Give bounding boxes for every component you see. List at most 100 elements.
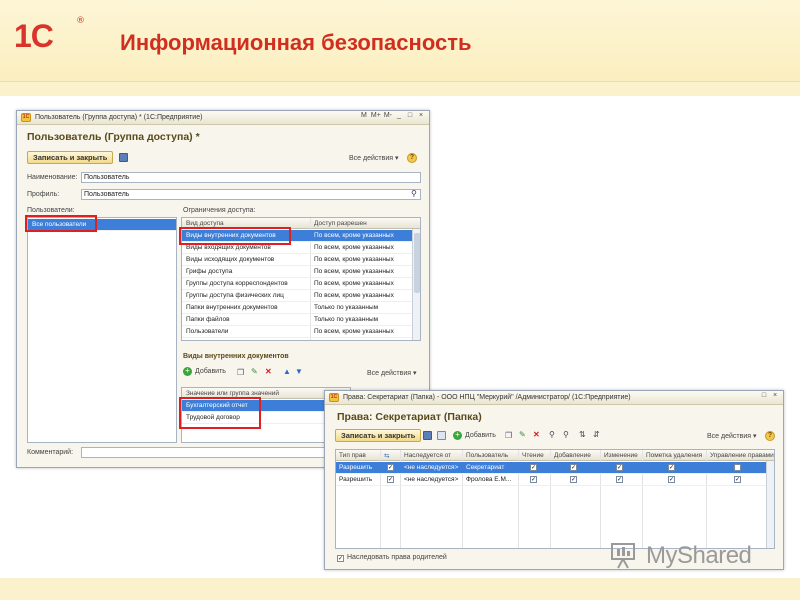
table-row[interactable]: Папки файлов Только по указанным: [182, 314, 420, 326]
inherit-icon[interactable]: ⇆: [384, 452, 389, 460]
edit-icon[interactable]: ✎: [251, 367, 258, 376]
form-title: Права: Секретариат (Папка): [337, 411, 482, 423]
minimize-button[interactable]: _: [395, 112, 403, 119]
column-header[interactable]: Вид доступа: [186, 220, 224, 227]
table-row[interactable]: Группы доступа физических лиц По всем, к…: [182, 290, 420, 302]
maximize-button[interactable]: □: [760, 392, 768, 399]
copy-icon[interactable]: ❐: [505, 431, 512, 440]
column-header[interactable]: Доступ разрешен: [314, 220, 367, 227]
comment-field[interactable]: [81, 447, 341, 458]
table-row[interactable]: Группы доступа корреспондентов По всем, …: [182, 278, 420, 290]
find-cancel-icon[interactable]: ⚲: [563, 430, 569, 439]
column-header[interactable]: Пользователь: [466, 452, 508, 459]
read-checkbox[interactable]: [530, 476, 537, 483]
profile-field[interactable]: Пользователь: [81, 189, 421, 200]
save-and-close-button[interactable]: Записать и закрыть: [335, 429, 422, 442]
scrollbar[interactable]: [412, 229, 420, 340]
help-icon[interactable]: ?: [407, 153, 417, 163]
table-cell: Папки файлов: [186, 316, 230, 323]
mark-delete-checkbox[interactable]: [668, 476, 675, 483]
all-actions-menu[interactable]: Все действия ▾: [349, 154, 398, 162]
column-header[interactable]: Управление правами: [710, 452, 774, 459]
highlight-doc-values: [179, 397, 261, 429]
add-icon[interactable]: +: [183, 367, 192, 376]
sort-desc-icon[interactable]: ⇵: [593, 430, 600, 439]
sort-icon[interactable]: ⇅: [579, 430, 586, 439]
read-checkbox[interactable]: [530, 464, 537, 471]
table-row[interactable]: Разрешить <не наследуется> Фролова Е.М..…: [336, 474, 774, 486]
manage-rights-checkbox[interactable]: [734, 464, 741, 471]
column-header[interactable]: Изменение: [604, 452, 638, 459]
inherit-checkbox[interactable]: [387, 464, 394, 471]
delete-icon[interactable]: ✕: [265, 367, 272, 376]
table-header: Тип прав ⇆ Наследуется от Пользователь Ч…: [336, 450, 774, 461]
table-cell: Группы доступа корреспондентов: [186, 280, 288, 287]
myshared-watermark: MyShared: [606, 540, 776, 570]
move-down-icon[interactable]: ▼: [295, 367, 303, 376]
profile-label: Профиль:: [27, 191, 60, 198]
close-button[interactable]: ×: [417, 112, 425, 119]
table-row[interactable]: Виды исходящих документов По всем, кроме…: [182, 254, 420, 266]
slide-header-band: [0, 82, 800, 96]
find-icon[interactable]: ⚲: [549, 430, 555, 439]
document-icon[interactable]: [437, 431, 446, 440]
scrollbar-thumb[interactable]: [414, 233, 420, 293]
name-field[interactable]: Пользователь: [81, 172, 421, 183]
add-button[interactable]: Добавить: [195, 368, 226, 375]
rights-table: Тип прав ⇆ Наследуется от Пользователь Ч…: [335, 449, 775, 549]
restrictions-label: Ограничения доступа:: [183, 207, 256, 214]
titlebar-button-mminus[interactable]: M-: [384, 112, 392, 119]
column-header[interactable]: Наследуется от: [404, 452, 451, 459]
save-and-close-button[interactable]: Записать и закрыть: [27, 151, 114, 164]
column-header[interactable]: Тип прав: [339, 452, 366, 459]
highlight-internal-doc-types: [179, 227, 291, 245]
scrollbar[interactable]: [766, 461, 774, 548]
search-icon[interactable]: ⚲: [411, 189, 417, 198]
inherit-parent-checkbox[interactable]: [337, 555, 344, 562]
titlebar-button-m[interactable]: M: [360, 112, 368, 119]
users-label: Пользователи:: [27, 207, 75, 214]
add-checkbox[interactable]: [570, 464, 577, 471]
all-actions-menu-2[interactable]: Все действия ▾: [367, 369, 416, 377]
table-row[interactable]: Пользователи По всем, кроме указанных: [182, 326, 420, 338]
copy-icon[interactable]: ❐: [237, 368, 244, 377]
column-header[interactable]: Чтение: [522, 452, 544, 459]
move-up-icon[interactable]: ▲: [283, 367, 291, 376]
delete-icon[interactable]: ✕: [533, 430, 540, 439]
close-button[interactable]: ×: [771, 392, 779, 399]
edit-icon[interactable]: ✎: [519, 430, 526, 439]
window-titlebar[interactable]: 1C Пользователь (Группа доступа) * (1С:П…: [17, 111, 429, 125]
add-icon[interactable]: +: [453, 431, 462, 440]
window-title: Пользователь (Группа доступа) * (1С:Пред…: [35, 114, 203, 121]
table-cell: Фролова Е.М...: [466, 476, 512, 483]
table-cell: По всем, кроме указанных: [314, 232, 394, 239]
table-cell: Пользователи: [186, 328, 229, 335]
table-cell: Только по указанным: [314, 304, 379, 311]
column-header[interactable]: Значение или группа значений: [186, 390, 279, 397]
slide-title: Информационная безопасность: [120, 30, 472, 55]
titlebar-button-mplus[interactable]: M+: [371, 112, 381, 119]
add-checkbox[interactable]: [570, 476, 577, 483]
table-row[interactable]: Папки внутренних документов Только по ук…: [182, 302, 420, 314]
form-title: Пользователь (Группа доступа) *: [27, 131, 200, 143]
table-cell: По всем, кроме указанных: [314, 328, 394, 335]
mark-delete-checkbox[interactable]: [668, 464, 675, 471]
table-cell: По всем, кроме указанных: [314, 280, 394, 287]
manage-rights-checkbox[interactable]: [734, 476, 741, 483]
edit-checkbox[interactable]: [616, 476, 623, 483]
column-header[interactable]: Пометка удаления: [646, 452, 702, 459]
table-row[interactable]: Грифы доступа По всем, кроме указанных: [182, 266, 420, 278]
save-icon[interactable]: [119, 153, 128, 162]
edit-checkbox[interactable]: [616, 464, 623, 471]
help-icon[interactable]: ?: [765, 431, 775, 441]
inherit-checkbox[interactable]: [387, 476, 394, 483]
table-row[interactable]: Разрешить <не наследуется> Секретариат: [336, 462, 774, 474]
save-icon[interactable]: [423, 431, 432, 440]
window-titlebar[interactable]: 1C Права: Секретариат (Папка) - ООО НПЦ …: [325, 391, 783, 405]
add-button[interactable]: Добавить: [465, 432, 496, 439]
maximize-button[interactable]: □: [406, 112, 414, 119]
slide-footer-band: [0, 578, 800, 600]
all-actions-menu[interactable]: Все действия ▾: [707, 432, 756, 440]
column-header[interactable]: Добавление: [554, 452, 591, 459]
titlebar-buttons: □ ×: [760, 392, 779, 399]
